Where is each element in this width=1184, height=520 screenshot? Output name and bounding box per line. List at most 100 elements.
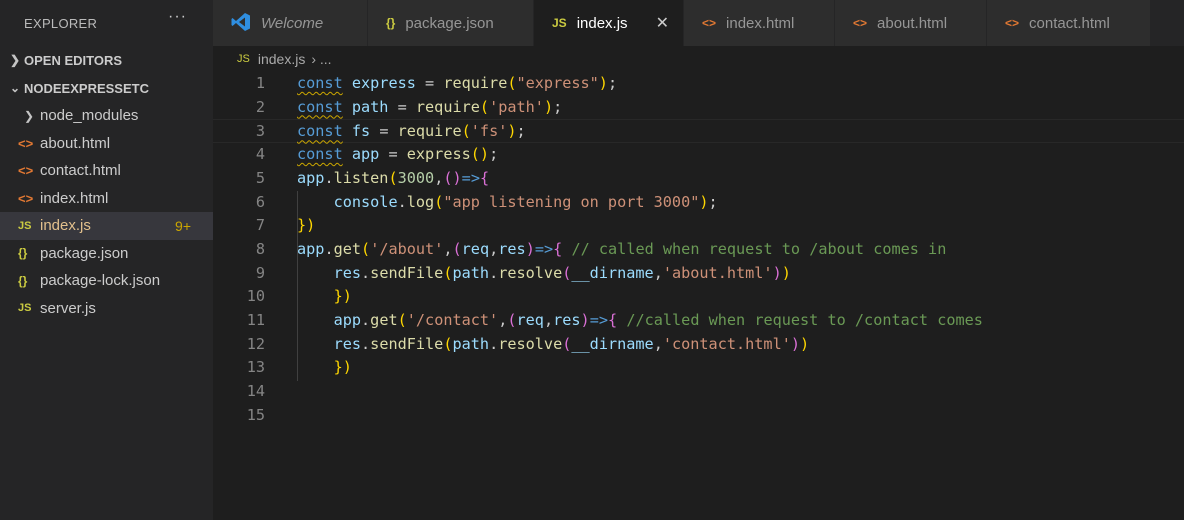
explorer-header: EXPLORER ··· (0, 0, 213, 46)
code-line[interactable]: 14 (213, 380, 1184, 404)
breadcrumb: JS index.js › ... (213, 46, 1184, 72)
explorer-title: EXPLORER (24, 15, 98, 31)
explorer-sidebar: EXPLORER ··· ❯ OPEN EDITORS ⌄ NODEEXPRES… (0, 0, 213, 520)
code-line[interactable]: 5 app.listen(3000,()=>{ (213, 167, 1184, 191)
code-line[interactable]: 11 app.get('/contact',(req,res)=>{ //cal… (213, 309, 1184, 333)
line-number: 12 (246, 334, 265, 353)
tab-label: index.html (726, 14, 795, 32)
tab-label: package.json (405, 14, 494, 32)
line-number: 9 (255, 263, 265, 282)
chevron-down-icon: ⌄ (9, 81, 21, 95)
tree-item-label: package.json (40, 244, 129, 262)
code-text: const express = require("express"); (297, 74, 618, 92)
line-number: 5 (255, 168, 265, 187)
tab-package-json[interactable]: {} package.json (368, 0, 534, 46)
line-number: 1 (255, 74, 265, 92)
code-text: }) (297, 216, 316, 235)
tab-welcome[interactable]: Welcome (213, 0, 368, 46)
project-folder-section[interactable]: ⌄ NODEEXPRESSETC (0, 74, 213, 102)
breadcrumb-file[interactable]: index.js (258, 51, 305, 67)
tab-about-html[interactable]: <> about.html (835, 0, 987, 46)
project-folder-label: NODEEXPRESSETC (24, 80, 149, 96)
tab-label: index.js (576, 14, 628, 32)
tab-index-html[interactable]: <> index.html (684, 0, 835, 46)
code-line[interactable]: 4 const app = express(); (213, 143, 1184, 167)
html-icon: <> (1005, 16, 1020, 30)
code-line[interactable]: 15 (213, 404, 1184, 428)
line-number: 3 (255, 122, 265, 141)
code-text: res.sendFile(path.resolve(__dirname,'con… (333, 334, 810, 353)
json-icon: {} (386, 16, 396, 30)
line-number: 13 (246, 358, 265, 377)
line-number: 14 (246, 382, 265, 401)
close-icon[interactable]: ✕ (656, 13, 669, 33)
chevron-right-icon: ❯ (9, 53, 21, 67)
html-icon: <> (853, 16, 868, 30)
breadcrumb-rest[interactable]: › ... (311, 51, 331, 67)
tree-item-node-modules[interactable]: ❯ node_modules (0, 102, 213, 130)
code-text: app.listen(3000,()=>{ (297, 168, 490, 187)
code-line[interactable]: 2 const path = require('path'); (213, 96, 1184, 120)
line-number: 7 (255, 216, 265, 235)
tree-item-label: node_modules (40, 107, 139, 125)
code-text: const fs = require('fs'); (297, 122, 526, 141)
code-line[interactable]: 7}) (213, 214, 1184, 238)
tab-label: contact.html (1029, 14, 1110, 32)
tab-contact-html[interactable]: <> contact.html (987, 0, 1151, 46)
code-text: app.get('/contact',(req,res)=>{ //called… (333, 311, 983, 329)
tree-item-package-lock-json[interactable]: {} package-lock.json (0, 267, 213, 295)
code-text: }) (333, 287, 352, 306)
code-text: console.log("app listening on port 3000"… (333, 192, 718, 211)
code-line[interactable]: 12 res.sendFile(path.resolve(__dirname,'… (213, 333, 1184, 357)
js-icon: JS (552, 16, 567, 30)
tab-index-js[interactable]: JS index.js ✕ (534, 0, 684, 46)
more-actions-icon[interactable]: ··· (168, 8, 187, 26)
code-line[interactable]: 3 const fs = require('fs'); (213, 119, 1184, 144)
html-icon: <> (702, 16, 717, 30)
tree-item-label: package-lock.json (40, 272, 161, 290)
json-icon: {} (18, 273, 28, 288)
code-text: res.sendFile(path.resolve(__dirname,'abo… (333, 263, 791, 282)
tree-item-label: server.js (40, 299, 96, 317)
code-line[interactable]: 1 const express = require("express"); (213, 72, 1184, 96)
code-line[interactable]: 13 }) (213, 356, 1184, 380)
line-number: 8 (255, 239, 265, 258)
line-number: 11 (246, 311, 265, 329)
tab-label: Welcome (261, 14, 324, 32)
tree-item-index-js[interactable]: JS index.js 9+ (0, 212, 213, 240)
open-editors-section[interactable]: ❯ OPEN EDITORS (0, 46, 213, 74)
code-editor[interactable]: 1 const express = require("express"); 2 con… (213, 72, 1184, 520)
problems-badge: 9+ (175, 217, 191, 234)
editor-tab-bar: Welcome {} package.json JS index.js ✕ <>… (213, 0, 1184, 46)
code-line[interactable]: 9 res.sendFile(path.resolve(__dirname,'a… (213, 262, 1184, 286)
html-icon: <> (18, 135, 34, 151)
code-line[interactable]: 6 console.log("app listening on port 300… (213, 191, 1184, 215)
json-icon: {} (18, 246, 28, 261)
html-icon: <> (18, 163, 34, 179)
tree-item-label: index.html (40, 189, 109, 207)
js-icon: JS (237, 53, 250, 65)
code-text: const app = express(); (297, 145, 499, 164)
vscode-icon (231, 12, 251, 35)
tree-item-server-js[interactable]: JS server.js (0, 295, 213, 323)
js-icon: JS (18, 302, 32, 315)
code-line[interactable]: 8 app.get('/about',(req,res)=>{ // called… (213, 238, 1184, 262)
tree-item-package-json[interactable]: {} package.json (0, 240, 213, 268)
tree-item-label: about.html (40, 134, 111, 152)
html-icon: <> (18, 190, 34, 206)
tree-item-label: contact.html (40, 162, 121, 180)
code-text: const path = require('path'); (297, 97, 563, 116)
tab-label: about.html (877, 14, 948, 32)
line-number: 15 (246, 405, 265, 424)
tree-item-index-html[interactable]: <> index.html (0, 185, 213, 213)
js-icon: JS (18, 219, 32, 232)
code-line[interactable]: 10 }) (213, 285, 1184, 309)
line-number: 6 (255, 192, 265, 211)
tree-item-contact-html[interactable]: <> contact.html (0, 157, 213, 185)
tree-item-about-html[interactable]: <> about.html (0, 130, 213, 158)
line-number: 2 (255, 97, 265, 116)
code-text: app.get('/about',(req,res)=>{ // called … (297, 239, 947, 258)
line-number: 4 (255, 145, 265, 164)
open-editors-label: OPEN EDITORS (24, 52, 123, 68)
code-text: }) (333, 358, 352, 377)
